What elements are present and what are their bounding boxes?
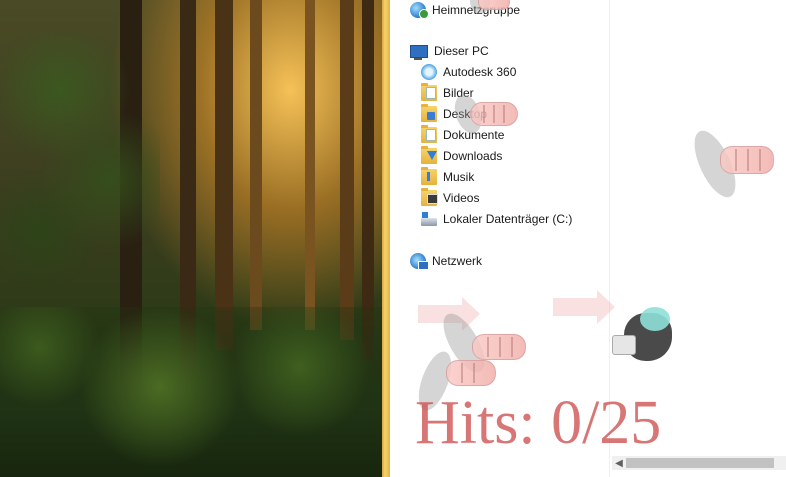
nav-item-label: Dieser PC: [434, 44, 489, 58]
tree-trunk: [362, 0, 374, 360]
nav-item-label: Desktop: [443, 107, 488, 121]
nav-item-label: Videos: [443, 191, 480, 205]
nav-item-this-pc[interactable]: Dieser PC: [410, 41, 489, 61]
nav-item-autodesk-360[interactable]: Autodesk 360: [421, 62, 516, 82]
horizontal-scrollbar[interactable]: ◀: [612, 456, 786, 470]
nav-item-label: Musik: [443, 170, 475, 184]
nav-item-homegroup[interactable]: Heimnetzgruppe: [410, 0, 520, 20]
desktop-wallpaper: [0, 0, 382, 477]
documents-folder-icon: [421, 125, 437, 143]
desktop-folder-icon: [421, 104, 437, 122]
scroll-left-arrow-icon[interactable]: ◀: [612, 456, 626, 470]
videos-folder-icon: [421, 188, 438, 206]
nav-item-label: Netzwerk: [432, 254, 483, 268]
autodesk-360-icon: [421, 64, 437, 80]
content-pane[interactable]: [609, 0, 786, 477]
tree-trunk: [215, 0, 233, 350]
nav-item-label: Autodesk 360: [443, 65, 517, 79]
nav-item-desktop[interactable]: Desktop: [421, 104, 487, 124]
nav-item-videos[interactable]: Videos: [421, 188, 479, 208]
homegroup-icon: [410, 2, 429, 19]
nav-item-musik[interactable]: Musik: [421, 167, 474, 187]
nav-item-bilder[interactable]: Bilder: [421, 83, 474, 103]
nav-item-label: Heimnetzgruppe: [432, 3, 521, 17]
nav-item-network[interactable]: Netzwerk: [410, 251, 482, 271]
nav-item-label: Bilder: [443, 86, 474, 100]
nav-item-label: Lokaler Datenträger (C:): [443, 212, 573, 226]
undergrowth: [0, 307, 382, 477]
computer-icon: [410, 45, 428, 60]
pictures-folder-icon: [421, 83, 437, 101]
tree-trunk: [305, 0, 315, 330]
network-icon: [410, 253, 429, 270]
navigation-pane: Heimnetzgruppe Dieser PC Autodesk 360 Bi…: [390, 0, 608, 477]
tree-trunk: [250, 0, 262, 330]
scrollbar-thumb[interactable]: [626, 458, 774, 468]
local-disk-icon: [421, 212, 437, 226]
foliage-left: [0, 30, 160, 290]
music-folder-icon: [421, 167, 437, 185]
nav-item-local-disk[interactable]: Lokaler Datenträger (C:): [421, 209, 572, 229]
nav-item-downloads[interactable]: Downloads: [421, 146, 502, 166]
downloads-folder-icon: [421, 146, 437, 164]
explorer-window-border[interactable]: [382, 0, 390, 477]
nav-item-label: Dokumente: [443, 128, 505, 142]
tree-trunk: [340, 0, 354, 340]
nav-item-label: Downloads: [443, 149, 503, 163]
nav-item-dokumente[interactable]: Dokumente: [421, 125, 504, 145]
